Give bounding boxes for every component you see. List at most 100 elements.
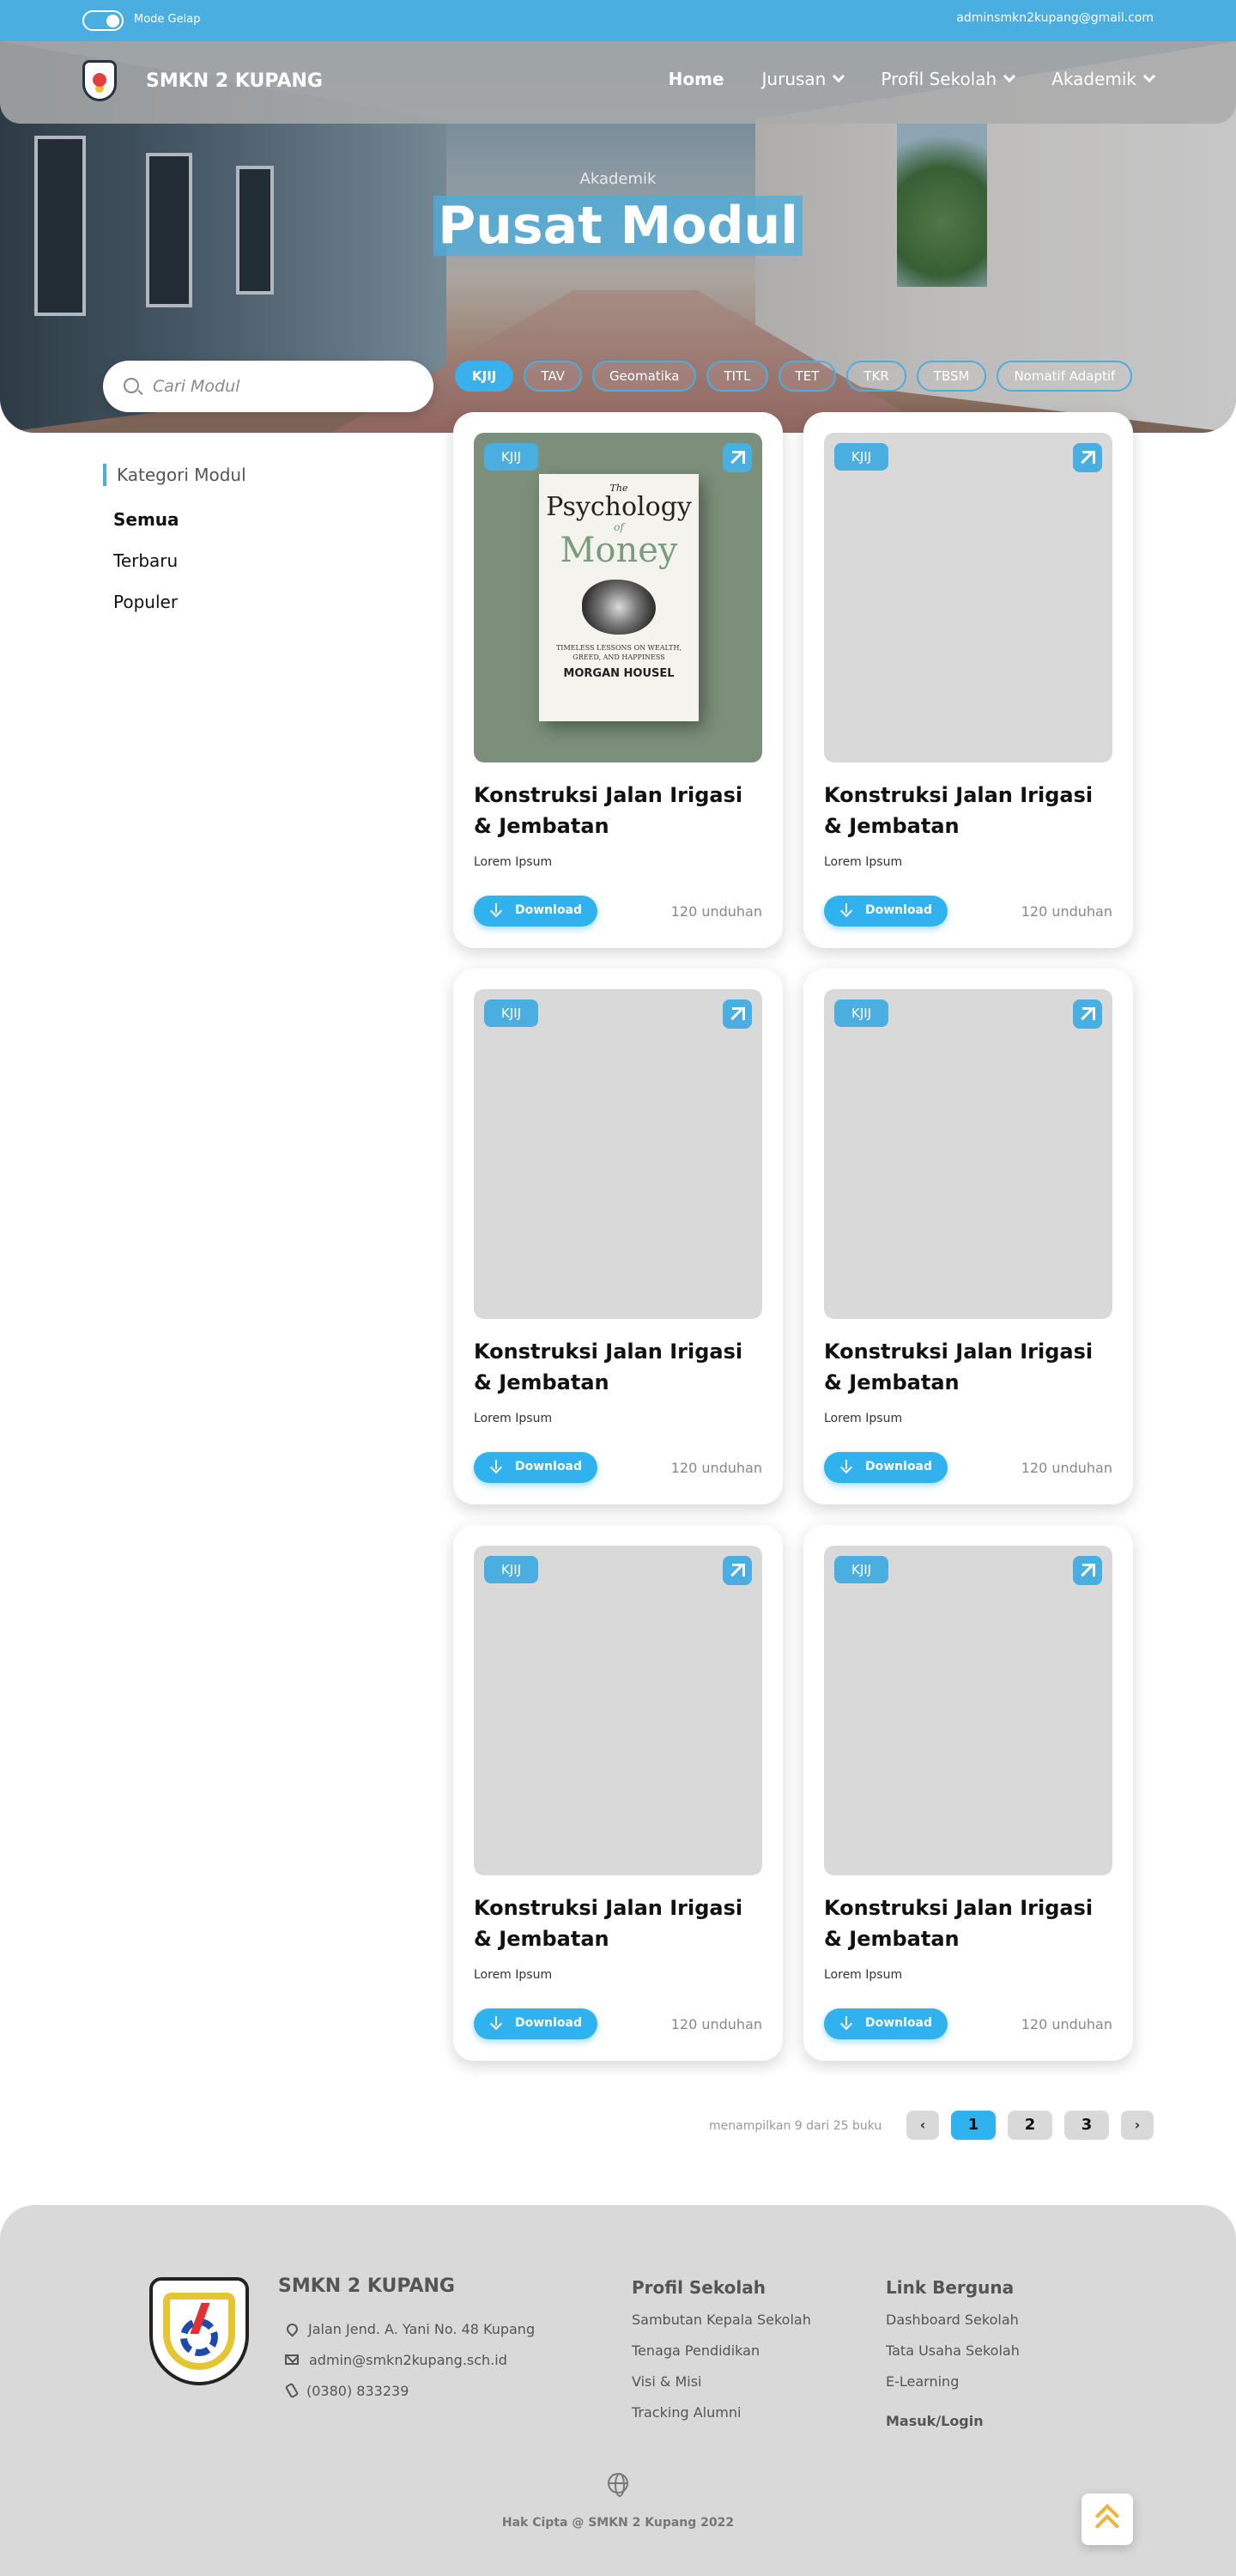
pagination: ‹ 1 2 3 › <box>906 2111 1154 2140</box>
download-icon <box>839 903 853 917</box>
footer-brand: SMKN 2 KUPANG <box>278 2275 455 2297</box>
nav-profil-sekolah[interactable]: Profil Sekolah <box>881 69 1016 89</box>
module-card[interactable]: KJIJ Konstruksi Jalan Irigasi & Jembatan… <box>803 969 1133 1504</box>
dark-mode-label: Mode Gelap <box>134 13 201 26</box>
sidebar-item-semua[interactable]: Semua <box>113 508 179 550</box>
module-description: Lorem Ipsum <box>474 855 553 869</box>
nav-jurusan[interactable]: Jurusan <box>761 69 845 89</box>
module-title: Konstruksi Jalan Irigasi & Jembatan <box>824 783 1094 838</box>
book-cover-text: TIMELESS LESSONS ON WEALTH, GREED, AND H… <box>555 644 682 661</box>
module-card[interactable]: KJIJ Konstruksi Jalan Irigasi & Jembatan… <box>453 1525 783 2061</box>
footer-phone[interactable]: (0380) 833239 <box>306 2383 409 2399</box>
download-button[interactable]: Download <box>474 2008 597 2039</box>
nav-label: Profil Sekolah <box>881 69 997 89</box>
next-page-button[interactable]: › <box>1121 2111 1154 2140</box>
category-badge: KJIJ <box>484 999 539 1027</box>
chip-titl[interactable]: TITL <box>706 361 768 392</box>
module-card[interactable]: The Psychology of Money TIMELESS LESSONS… <box>453 412 783 948</box>
external-link-icon[interactable] <box>723 999 752 1029</box>
module-thumbnail: KJIJ <box>474 1546 762 1875</box>
external-link-icon[interactable] <box>1073 443 1102 472</box>
prev-page-button[interactable]: ‹ <box>906 2111 939 2140</box>
module-card[interactable]: KJIJ Konstruksi Jalan Irigasi & Jembatan… <box>803 1525 1133 2061</box>
download-count: 120 unduhan <box>1021 1460 1112 1476</box>
download-count: 120 unduhan <box>670 903 762 920</box>
footer-email[interactable]: admin@smkn2kupang.sch.id <box>309 2352 507 2368</box>
pagination-info: menampilkan 9 dari 25 buku <box>709 2119 882 2133</box>
chip-tkr[interactable]: TKR <box>846 361 906 392</box>
nav-label: Home <box>668 69 724 89</box>
dark-mode-toggle[interactable] <box>82 10 124 31</box>
module-title: Konstruksi Jalan Irigasi & Jembatan <box>824 1896 1094 1951</box>
brain-illustration <box>582 580 656 635</box>
footer-links-column: Link Berguna Dashboard Sekolah Tata Usah… <box>886 2277 1020 2444</box>
category-badge: KJIJ <box>484 443 539 471</box>
external-link-icon[interactable] <box>723 1556 752 1585</box>
nav-label: Jurusan <box>761 69 827 89</box>
footer-link-elearning[interactable]: E-Learning <box>886 2373 1020 2404</box>
footer-link-tenaga-pendidikan[interactable]: Tenaga Pendidikan <box>632 2342 811 2373</box>
download-icon <box>839 2016 853 2030</box>
brand-name[interactable]: SMKN 2 KUPANG <box>146 70 323 92</box>
download-label: Download <box>865 1460 933 1473</box>
school-logo[interactable] <box>82 60 117 101</box>
footer-link-sambutan[interactable]: Sambutan Kepala Sekolah <box>632 2312 811 2342</box>
download-button[interactable]: Download <box>824 2008 948 2039</box>
scroll-to-top-button[interactable] <box>1082 2494 1133 2545</box>
chip-tet[interactable]: TET <box>778 361 837 392</box>
page-button-1[interactable]: 1 <box>951 2111 996 2140</box>
module-title: Konstruksi Jalan Irigasi & Jembatan <box>474 1340 743 1394</box>
sidebar-item-terbaru[interactable]: Terbaru <box>113 550 179 591</box>
breadcrumb[interactable]: Akademik <box>0 170 1236 188</box>
main-nav: Home Jurusan Profil Sekolah Akademik <box>669 69 1156 89</box>
footer-link-dashboard[interactable]: Dashboard Sekolah <box>886 2312 1020 2342</box>
download-label: Download <box>865 2016 933 2030</box>
school-seal-logo <box>149 2277 249 2385</box>
chip-tbsm[interactable]: TBSM <box>916 361 987 392</box>
footer-address-row: Jalan Jend. A. Yani No. 48 Kupang <box>284 2313 535 2344</box>
external-link-icon[interactable] <box>1073 999 1102 1029</box>
module-card[interactable]: KJIJ Konstruksi Jalan Irigasi & Jembatan… <box>453 969 783 1504</box>
location-pin-icon <box>284 2320 300 2337</box>
module-title: Konstruksi Jalan Irigasi & Jembatan <box>474 1896 743 1951</box>
toggle-knob <box>106 15 119 27</box>
download-label: Download <box>515 903 583 917</box>
category-badge: KJIJ <box>834 443 889 471</box>
nav-akademik[interactable]: Akademik <box>1051 69 1156 89</box>
copyright: Hak Cipta @ SMKN 2 Kupang 2022 <box>501 2516 735 2530</box>
download-button[interactable]: Download <box>824 896 948 927</box>
search-box <box>103 361 433 412</box>
chip-geomatika[interactable]: Geomatika <box>591 361 697 392</box>
page-title: Pusat Modul <box>433 196 803 256</box>
download-button[interactable]: Download <box>474 1452 597 1483</box>
footer-links-title: Link Berguna <box>886 2277 1015 2298</box>
download-button[interactable]: Download <box>474 896 597 927</box>
chip-kjij[interactable]: KJIJ <box>455 361 514 392</box>
page-button-2[interactable]: 2 <box>1008 2111 1052 2140</box>
download-label: Download <box>865 903 933 917</box>
footer-login-link[interactable]: Masuk/Login <box>886 2413 1020 2444</box>
sidebar-item-populer[interactable]: Populer <box>113 591 179 632</box>
external-link-icon[interactable] <box>723 443 752 472</box>
book-cover-text: Money <box>560 531 678 570</box>
chip-tav[interactable]: TAV <box>524 361 582 392</box>
download-button[interactable]: Download <box>824 1452 948 1483</box>
module-card[interactable]: KJIJ Konstruksi Jalan Irigasi & Jembatan… <box>803 412 1133 948</box>
search-input[interactable] <box>153 373 410 400</box>
footer-link-visi-misi[interactable]: Visi & Misi <box>632 2373 811 2404</box>
page-button-3[interactable]: 3 <box>1064 2111 1109 2140</box>
chip-nomatif-adaptif[interactable]: Nomatif Adaptif <box>997 361 1133 392</box>
module-thumbnail: KJIJ <box>824 989 1112 1319</box>
globe-icon[interactable] <box>608 2473 628 2497</box>
download-count: 120 unduhan <box>670 2016 762 2032</box>
module-thumbnail: KJIJ <box>824 1546 1112 1875</box>
module-description: Lorem Ipsum <box>474 1412 553 1425</box>
download-icon <box>489 1460 503 1473</box>
module-thumbnail: The Psychology of Money TIMELESS LESSONS… <box>474 433 762 762</box>
top-email[interactable]: adminsmkn2kupang@gmail.com <box>956 11 1154 25</box>
sidebar-list: Semua Terbaru Populer <box>113 508 179 632</box>
nav-home[interactable]: Home <box>669 69 724 89</box>
external-link-icon[interactable] <box>1073 1556 1102 1585</box>
footer-link-tata-usaha[interactable]: Tata Usaha Sekolah <box>886 2342 1020 2373</box>
footer-link-tracking-alumni[interactable]: Tracking Alumni <box>632 2404 811 2435</box>
